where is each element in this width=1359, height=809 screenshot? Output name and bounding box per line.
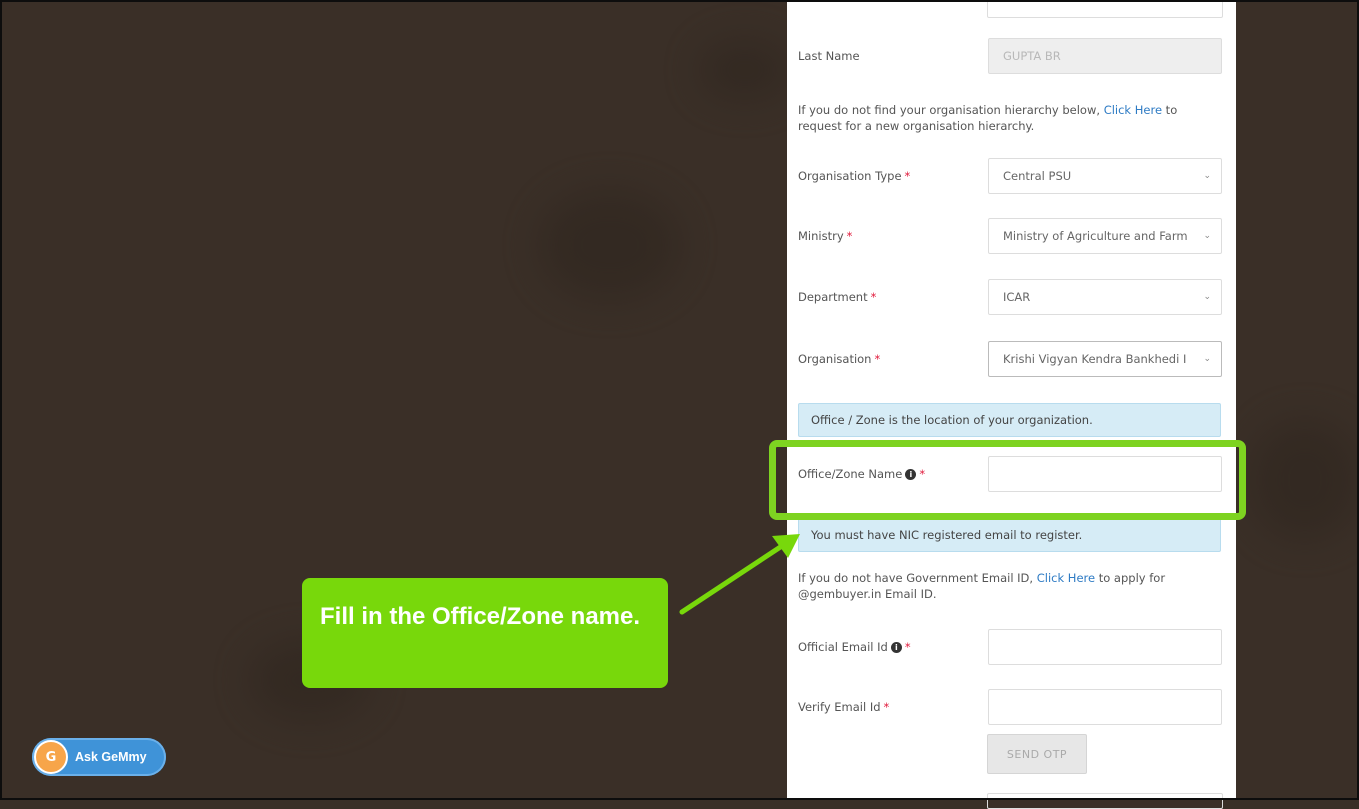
last-name-row: Last Name GUPTA BR	[798, 38, 1222, 74]
org-type-value: Central PSU	[1003, 169, 1072, 183]
organisation-select[interactable]: Krishi Vigyan Kendra Bankhedi I ⌄	[988, 341, 1222, 377]
ministry-value: Ministry of Agriculture and Farm	[1003, 229, 1188, 243]
official-email-label: Official Email Id i *	[798, 640, 911, 654]
ministry-label: Ministry *	[798, 229, 853, 243]
ministry-row: Ministry * Ministry of Agriculture and Fa…	[798, 218, 1222, 254]
instruction-callout: Fill in the Office/Zone name.	[302, 578, 668, 688]
hierarchy-note: If you do not find your organisation hie…	[798, 102, 1214, 134]
last-name-input: GUPTA BR	[988, 38, 1222, 74]
highlight-box	[769, 440, 1246, 520]
next-field-input[interactable]	[987, 793, 1223, 809]
nic-email-alert: You must have NIC registered email to re…	[798, 518, 1221, 552]
organisation-value: Krishi Vigyan Kendra Bankhedi I	[1003, 352, 1187, 366]
organisation-label: Organisation *	[798, 352, 881, 366]
org-type-row: Organisation Type * Central PSU ⌄	[798, 158, 1222, 194]
ministry-select[interactable]: Ministry of Agriculture and Farm ⌄	[988, 218, 1222, 254]
gov-email-note: If you do not have Government Email ID, …	[798, 570, 1214, 602]
backdrop-shape	[540, 190, 680, 300]
hierarchy-click-here-link[interactable]: Click Here	[1104, 103, 1162, 117]
org-type-select[interactable]: Central PSU ⌄	[988, 158, 1222, 194]
chevron-down-icon: ⌄	[1203, 171, 1211, 181]
department-row: Department * ICAR ⌄	[798, 279, 1222, 315]
info-icon[interactable]: i	[890, 642, 902, 653]
chevron-down-icon: ⌄	[1203, 354, 1211, 364]
previous-field-input[interactable]	[987, 0, 1223, 18]
gov-email-note-text: If you do not have Government Email ID,	[798, 571, 1037, 585]
office-zone-info-alert: Office / Zone is the location of your or…	[798, 403, 1221, 437]
required-marker: *	[904, 640, 911, 654]
gov-email-click-here-link[interactable]: Click Here	[1037, 571, 1095, 585]
verify-email-label: Verify Email Id *	[798, 700, 890, 714]
department-value: ICAR	[1003, 290, 1031, 304]
pointer-arrow-icon	[679, 534, 800, 615]
backdrop-shape	[700, 40, 790, 100]
department-label: Department *	[798, 290, 877, 304]
required-marker: *	[883, 700, 890, 714]
org-type-label: Organisation Type *	[798, 169, 911, 183]
verify-email-input[interactable]	[988, 689, 1222, 725]
required-marker: *	[846, 229, 853, 243]
required-marker: *	[870, 290, 877, 304]
official-email-input[interactable]	[988, 629, 1222, 665]
organisation-row: Organisation * Krishi Vigyan Kendra Bankh…	[798, 341, 1222, 377]
ask-gemmy-button[interactable]: G Ask GeMmy	[32, 738, 166, 776]
registration-form: Last Name GUPTA BR If you do not find yo…	[787, 0, 1236, 809]
chevron-down-icon: ⌄	[1203, 292, 1211, 302]
department-select[interactable]: ICAR ⌄	[988, 279, 1222, 315]
official-email-row: Official Email Id i *	[798, 629, 1222, 665]
verify-email-row: Verify Email Id *	[798, 689, 1222, 725]
chevron-down-icon: ⌄	[1203, 231, 1211, 241]
ask-gemmy-label: Ask GeMmy	[75, 750, 147, 764]
gemmy-avatar-icon: G	[34, 740, 68, 774]
required-marker: *	[874, 352, 881, 366]
send-otp-button[interactable]: SEND OTP	[987, 734, 1087, 774]
last-name-label: Last Name	[798, 49, 860, 63]
required-marker: *	[904, 169, 911, 183]
hierarchy-note-text: If you do not find your organisation hie…	[798, 103, 1104, 117]
last-name-value: GUPTA BR	[1003, 49, 1061, 63]
backdrop-shape	[1250, 420, 1359, 540]
